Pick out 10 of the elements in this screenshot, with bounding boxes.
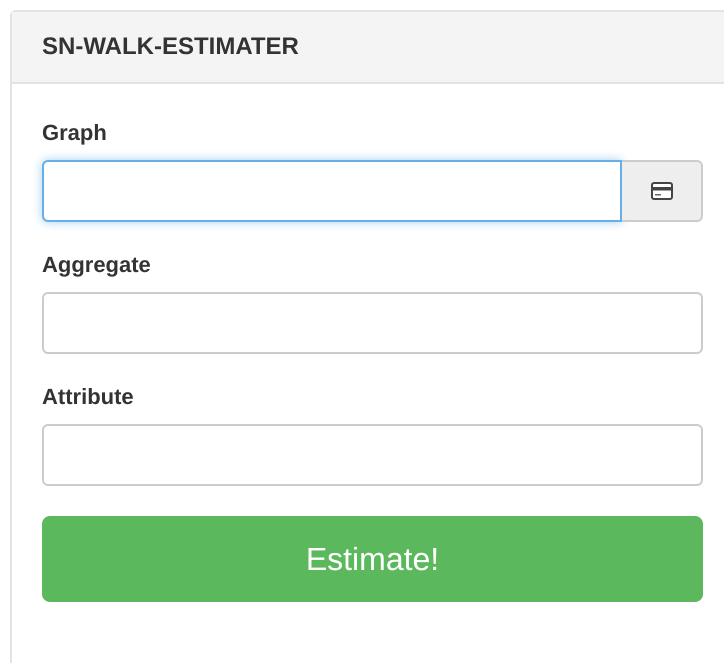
field-label: Aggregate [42, 252, 152, 278]
input-field[interactable] [42, 424, 703, 486]
field-label: Graph [42, 120, 108, 146]
field-label: Attribute [42, 384, 135, 410]
estimate-button[interactable]: Estimate! [42, 516, 703, 602]
panel-title: SN-WALK-ESTIMATER [42, 33, 299, 61]
input-field[interactable] [42, 160, 622, 222]
addon-button[interactable] [622, 160, 703, 222]
input-field[interactable] [42, 292, 703, 354]
card-icon [650, 182, 672, 200]
